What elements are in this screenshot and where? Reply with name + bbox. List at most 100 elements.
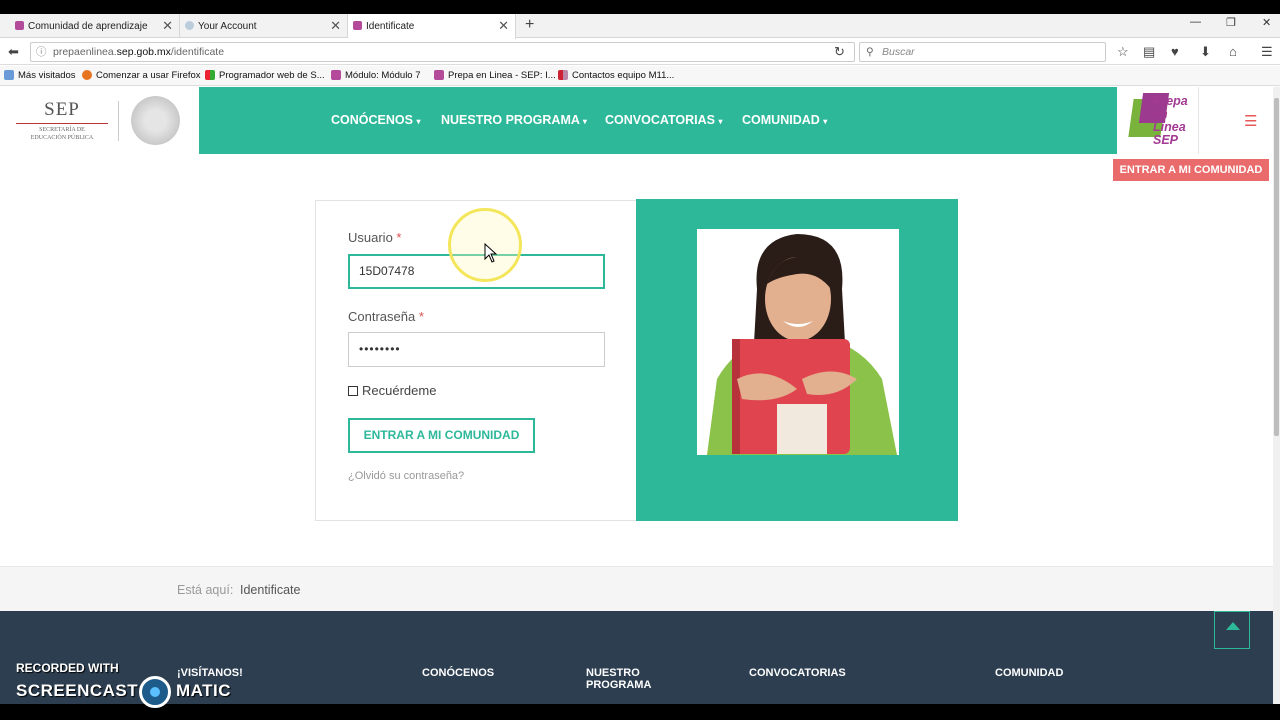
menu-icon[interactable]: ☰	[1261, 44, 1273, 60]
record-icon	[139, 676, 171, 708]
password-label: Contraseña *	[348, 309, 424, 324]
prepa-logo-text: Prepa en Línea SEP	[1153, 94, 1188, 147]
bookmark-label: Módulo: Módulo 7	[345, 70, 421, 81]
remember-me[interactable]: Recuérdeme	[348, 383, 436, 398]
watermark-line2b: MATIC	[176, 681, 232, 700]
site-favicon-icon	[353, 21, 362, 30]
reload-icon[interactable]: ↻	[834, 44, 845, 60]
search-placeholder: Buscar	[882, 46, 915, 58]
tab-title: Your Account	[198, 20, 257, 32]
password-input[interactable]: ••••••••	[348, 332, 605, 367]
top-bar	[0, 0, 1280, 14]
footer-heading-comunidad: COMUNIDAD	[995, 667, 1064, 679]
url-prefix: prepaenlinea.	[53, 46, 117, 58]
prepa-en-linea-logo[interactable]: Prepa en Línea SEP	[1117, 87, 1197, 154]
bookmark-label: Comenzar a usar Firefox	[96, 70, 201, 81]
scrollbar-thumb[interactable]	[1274, 98, 1279, 436]
bookmark-star-icon[interactable]: ☆	[1117, 44, 1129, 60]
home-icon[interactable]: ⌂	[1229, 44, 1237, 59]
password-label-text: Contraseña	[348, 309, 416, 324]
sep-logo-title: SEP	[44, 99, 80, 120]
close-tab-icon[interactable]: ✕	[162, 18, 173, 34]
bookmarks-bar: Más visitados Comenzar a usar Firefox Pr…	[0, 66, 1280, 86]
caret-down-icon: ▾	[582, 117, 587, 126]
reader-list-icon[interactable]: ▤	[1143, 44, 1155, 60]
breadcrumb-label: Está aquí:	[177, 583, 234, 597]
url-path: /identificate	[170, 46, 225, 58]
url-bar[interactable]: ⓘ prepaenlinea.sep.gob.mx/identificate	[30, 42, 855, 62]
required-mark: *	[396, 230, 402, 245]
bookmark-label: Prepa en Linea - SEP: I...	[448, 70, 556, 81]
breadcrumb: Está aquí: Identificate	[0, 566, 1273, 611]
footer-heading-conocenos: CONÓCENOS	[422, 667, 495, 679]
windows-icon	[205, 70, 215, 80]
site-favicon-icon	[434, 70, 444, 80]
menu-item-nuestro-programa[interactable]: NUESTRO PROGRAMA ▾	[441, 113, 587, 127]
bottom-bar	[0, 704, 1280, 720]
browser-tab-your-account[interactable]: Your Account ✕	[180, 14, 348, 38]
close-tab-icon[interactable]: ✕	[498, 18, 509, 34]
forgot-password-link[interactable]: ¿Olvidó su contraseña?	[348, 470, 464, 482]
tab-title: Identificate	[366, 21, 415, 32]
bookmark-label: Más visitados	[18, 70, 76, 81]
browser-tab-identificate[interactable]: Identificate ✕	[348, 14, 516, 39]
download-icon[interactable]: ⬇	[1200, 44, 1211, 60]
contacts-icon	[558, 70, 568, 80]
pocket-icon[interactable]: ♥	[1171, 44, 1179, 59]
menu-label: NUESTRO PROGRAMA	[441, 113, 580, 127]
bookmark-item[interactable]: Comenzar a usar Firefox	[82, 70, 201, 81]
bookmark-item[interactable]: Módulo: Módulo 7	[331, 70, 421, 81]
info-icon: ⓘ	[36, 46, 47, 58]
bookmark-item[interactable]: Contactos equipo M11...	[558, 70, 674, 81]
menu-label: CONVOCATORIAS	[605, 113, 715, 127]
menu-item-comunidad[interactable]: COMUNIDAD ▾	[742, 113, 827, 127]
bookmark-item[interactable]: Prepa en Linea - SEP: I...	[434, 70, 556, 81]
footer-heading-visitanos: ¡VISÍTANOS!	[177, 667, 243, 679]
site-favicon-icon	[15, 21, 24, 30]
coat-of-arms-icon	[131, 96, 180, 145]
search-input[interactable]: ⚲ Buscar	[859, 42, 1106, 62]
caret-down-icon: ▾	[416, 117, 421, 126]
menu-item-conocenos[interactable]: CONÓCENOS ▾	[331, 113, 420, 127]
student-photo	[697, 229, 899, 455]
record-dot	[150, 687, 160, 697]
browser-tab-bar: Comunidad de aprendizaje ✕ Your Account …	[0, 14, 1280, 39]
bookmark-item[interactable]: Más visitados	[4, 70, 76, 81]
caret-down-icon: ▾	[718, 117, 723, 126]
search-icon: ⚲	[866, 46, 874, 58]
new-tab-icon[interactable]: +	[525, 16, 534, 34]
caret-down-icon: ▾	[823, 117, 828, 126]
breadcrumb-current[interactable]: Identificate	[240, 583, 300, 597]
logo-divider	[118, 101, 119, 141]
login-submit-button[interactable]: ENTRAR A MI COMUNIDAD	[348, 418, 535, 453]
minimize-icon[interactable]: —	[1190, 16, 1201, 28]
main-menu: CONÓCENOS ▾ NUESTRO PROGRAMA ▾ CONVOCATO…	[199, 87, 1117, 154]
restore-icon[interactable]: ❐	[1226, 16, 1236, 29]
sep-logo-subtitle-2: EDUCACIÓN PÚBLICA	[30, 135, 94, 141]
bookmark-label: Programador web de S...	[219, 70, 325, 81]
enter-community-button[interactable]: ENTRAR A MI COMUNIDAD	[1113, 159, 1269, 181]
folder-icon	[4, 70, 14, 80]
back-to-top-button[interactable]	[1214, 611, 1250, 649]
browser-tab-comunidad[interactable]: Comunidad de aprendizaje ✕	[10, 14, 180, 38]
footer-heading-nuestro-programa: NUESTRO PROGRAMA	[586, 667, 652, 691]
remember-checkbox[interactable]	[348, 386, 358, 396]
browser-nav-bar: ⬅ ⓘ prepaenlinea.sep.gob.mx/identificate…	[0, 39, 1280, 65]
menu-item-convocatorias[interactable]: CONVOCATORIAS ▾	[605, 113, 722, 127]
sep-logo[interactable]: SEP SECRETARÍA DE EDUCACIÓN PÚBLICA	[16, 99, 108, 142]
site-header: SEP SECRETARÍA DE EDUCACIÓN PÚBLICA CONÓ…	[0, 87, 1273, 154]
hamburger-icon: ☰	[1244, 113, 1258, 130]
hamburger-button[interactable]: ☰	[1198, 87, 1273, 154]
firefox-icon	[82, 70, 92, 80]
close-window-icon[interactable]: ✕	[1262, 16, 1271, 29]
footer-heading-convocatorias: CONVOCATORIAS	[749, 667, 846, 679]
arrow-up-icon	[1226, 622, 1240, 630]
close-tab-icon[interactable]: ✕	[330, 18, 341, 34]
watermark-line1: RECORDED WITH	[16, 661, 119, 675]
bookmark-label: Contactos equipo M11...	[572, 70, 675, 81]
globe-icon	[185, 21, 194, 30]
user-label-text: Usuario	[348, 230, 393, 245]
bookmark-item[interactable]: Programador web de S...	[205, 70, 325, 81]
back-arrow-icon[interactable]: ⬅	[8, 44, 19, 60]
login-photo-panel	[636, 199, 958, 521]
